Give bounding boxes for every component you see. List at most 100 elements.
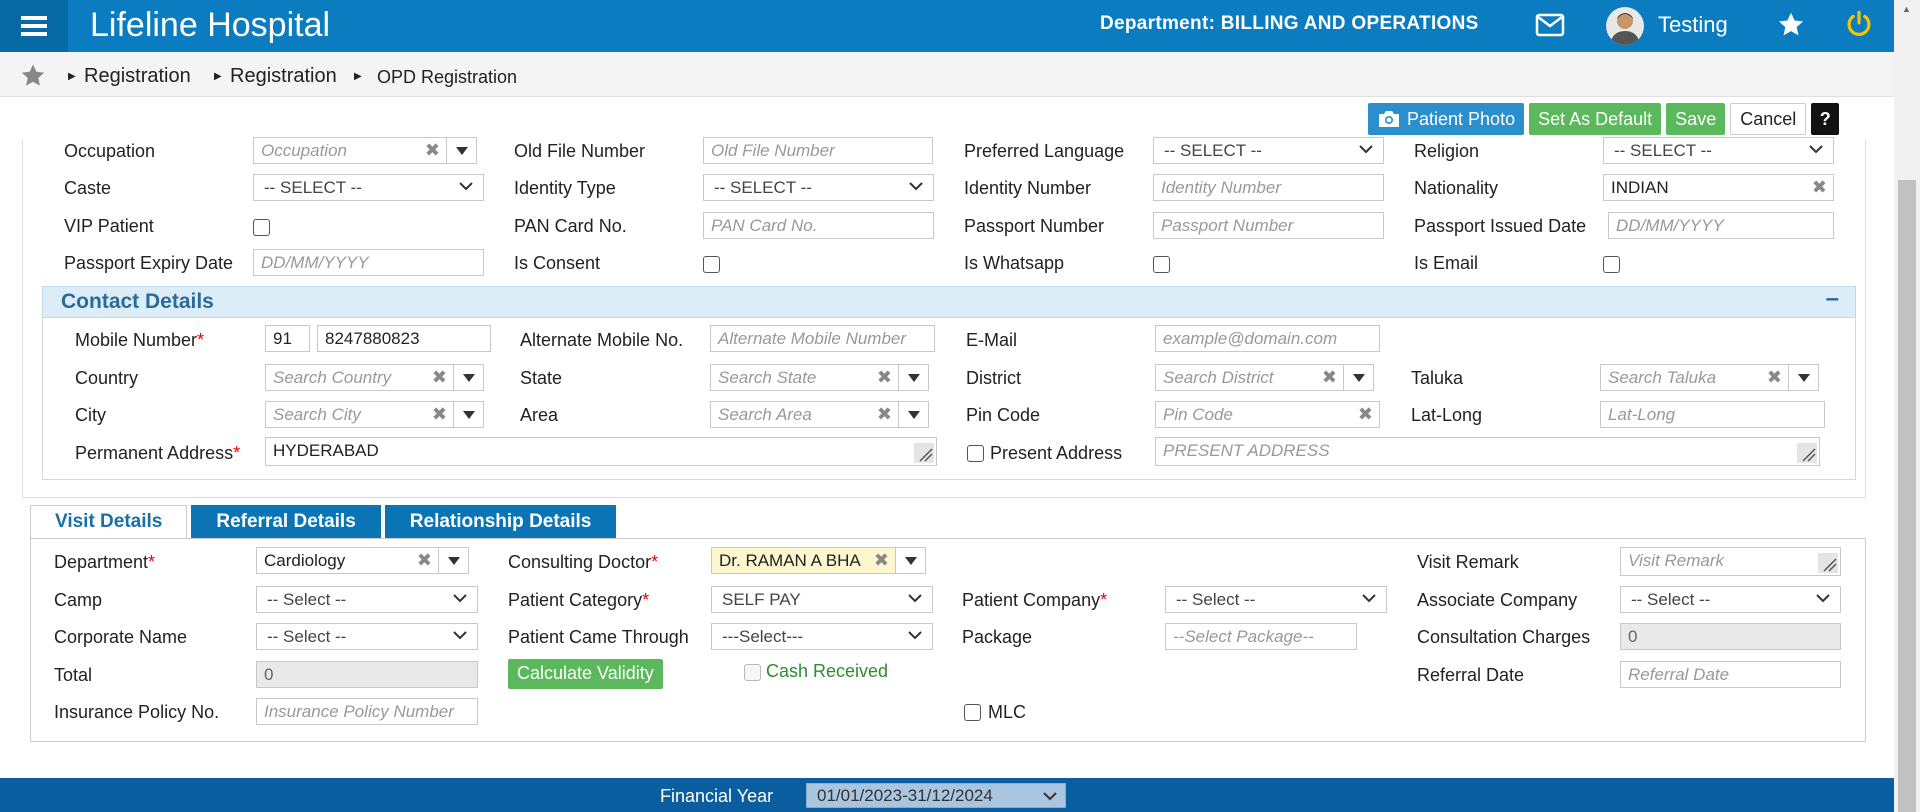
tab-referral-details[interactable]: Referral Details xyxy=(191,505,381,539)
cancel-button[interactable]: Cancel xyxy=(1730,103,1807,135)
passport-issued-date-label: Passport Issued Date xyxy=(1414,216,1587,236)
old-file-number-input[interactable]: Old File Number xyxy=(703,137,933,164)
contact-details-header[interactable]: Contact Details – xyxy=(42,285,1856,318)
present-address-checkbox[interactable] xyxy=(967,445,984,462)
consulting-doctor-input[interactable]: Dr. RAMAN A BHA ✖ xyxy=(711,547,896,574)
chevron-down-icon xyxy=(1809,145,1823,154)
permanent-address-textarea[interactable]: HYDERABAD xyxy=(265,437,937,466)
occupation-dropdown-button[interactable] xyxy=(447,137,477,164)
preferred-language-select[interactable]: -- SELECT -- xyxy=(1153,137,1384,164)
breadcrumb-item[interactable]: Registration xyxy=(230,65,337,88)
clear-icon[interactable]: ✖ xyxy=(877,367,892,388)
corporate-name-select[interactable]: -- Select -- xyxy=(256,623,478,650)
clear-icon[interactable]: ✖ xyxy=(877,404,892,425)
consulting-doctor-dropdown-button[interactable] xyxy=(896,547,926,574)
district-dropdown-button[interactable] xyxy=(1344,364,1374,391)
clear-icon[interactable]: ✖ xyxy=(425,140,440,161)
email-input[interactable]: example@domain.com xyxy=(1155,325,1380,352)
is-consent-checkbox[interactable] xyxy=(703,256,720,273)
power-icon[interactable] xyxy=(1845,10,1873,38)
resize-handle-icon[interactable] xyxy=(1818,553,1838,573)
city-search-input[interactable]: Search City ✖ xyxy=(265,401,454,428)
insurance-policy-input[interactable]: Insurance Policy Number xyxy=(256,698,478,725)
patient-photo-button[interactable]: Patient Photo xyxy=(1368,103,1525,135)
passport-expiry-date-input[interactable]: DD/MM/YYYY xyxy=(253,249,484,276)
caret-right-icon: ▶ xyxy=(214,71,222,82)
taluka-search-input[interactable]: Search Taluka ✖ xyxy=(1600,364,1789,391)
country-search-input[interactable]: Search Country ✖ xyxy=(265,364,454,391)
department-dropdown-button[interactable] xyxy=(439,547,469,574)
mlc-checkbox[interactable] xyxy=(964,704,981,721)
resize-handle-icon[interactable] xyxy=(914,443,934,463)
favorite-star-icon[interactable] xyxy=(20,63,46,89)
occupation-input[interactable]: Occupation ✖ xyxy=(253,137,447,164)
tab-relationship-details[interactable]: Relationship Details xyxy=(384,505,617,539)
financial-year-select[interactable]: 01/01/2023-31/12/2024 xyxy=(806,783,1066,808)
help-button[interactable]: ? xyxy=(1811,103,1840,135)
menu-button[interactable] xyxy=(0,0,68,52)
nationality-input[interactable]: INDIAN ✖ xyxy=(1603,174,1834,201)
identity-number-input[interactable]: Identity Number xyxy=(1153,174,1384,201)
calculate-validity-button[interactable]: Calculate Validity xyxy=(508,659,663,689)
pin-code-input[interactable]: Pin Code ✖ xyxy=(1155,401,1380,428)
tab-visit-details[interactable]: Visit Details xyxy=(30,505,188,539)
scroll-up-icon[interactable]: ▲ xyxy=(1902,4,1911,14)
breadcrumb-item[interactable]: Registration xyxy=(84,65,191,88)
state-search-input[interactable]: Search State ✖ xyxy=(710,364,899,391)
country-dropdown-button[interactable] xyxy=(454,364,484,391)
package-input[interactable]: --Select Package-- xyxy=(1165,623,1357,650)
vip-patient-checkbox[interactable] xyxy=(253,219,270,236)
is-whatsapp-checkbox[interactable] xyxy=(1153,256,1170,273)
collapse-icon[interactable]: – xyxy=(1826,285,1839,313)
passport-number-input[interactable]: Passport Number xyxy=(1153,212,1384,239)
preferred-language-label: Preferred Language xyxy=(964,141,1125,161)
username[interactable]: Testing xyxy=(1658,12,1728,38)
star-icon[interactable] xyxy=(1777,11,1805,39)
visit-remark-textarea[interactable]: Visit Remark xyxy=(1620,547,1841,576)
patient-came-through-select[interactable]: ---Select--- xyxy=(711,623,933,650)
area-search-input[interactable]: Search Area ✖ xyxy=(710,401,899,428)
identity-type-select[interactable]: -- SELECT -- xyxy=(703,174,934,201)
associate-company-select[interactable]: -- Select -- xyxy=(1620,586,1841,613)
patient-category-select[interactable]: SELF PAY xyxy=(711,586,933,613)
mail-icon[interactable] xyxy=(1535,13,1565,37)
camp-select[interactable]: -- Select -- xyxy=(256,586,478,613)
patient-company-select[interactable]: -- Select -- xyxy=(1165,586,1387,613)
clear-icon[interactable]: ✖ xyxy=(417,550,432,571)
department-input[interactable]: Cardiology ✖ xyxy=(256,547,439,574)
pan-card-input[interactable]: PAN Card No. xyxy=(703,212,934,239)
referral-date-input[interactable]: Referral Date xyxy=(1620,661,1841,688)
alternate-mobile-input[interactable]: Alternate Mobile Number xyxy=(710,325,935,352)
passport-issued-date-input[interactable]: DD/MM/YYYY xyxy=(1608,212,1834,239)
country-code-input[interactable]: 91 xyxy=(265,325,310,352)
clear-icon[interactable]: ✖ xyxy=(1358,404,1373,425)
taluka-dropdown-button[interactable] xyxy=(1789,364,1819,391)
area-dropdown-button[interactable] xyxy=(899,401,929,428)
lat-long-input[interactable]: Lat-Long xyxy=(1600,401,1825,428)
district-search-input[interactable]: Search District ✖ xyxy=(1155,364,1344,391)
religion-select[interactable]: -- SELECT -- xyxy=(1603,137,1834,164)
caste-select[interactable]: -- SELECT -- xyxy=(253,174,484,201)
cash-received-checkbox[interactable] xyxy=(744,664,761,681)
mobile-number-label: Mobile Number* xyxy=(75,330,205,350)
save-button[interactable]: Save xyxy=(1666,103,1726,135)
pan-card-label: PAN Card No. xyxy=(514,216,627,236)
pin-code-label: Pin Code xyxy=(966,405,1041,425)
chevron-down-icon xyxy=(453,631,467,640)
clear-icon[interactable]: ✖ xyxy=(874,550,889,571)
clear-icon[interactable]: ✖ xyxy=(1322,367,1337,388)
mobile-number-input[interactable]: 8247880823 xyxy=(317,325,491,352)
clear-icon[interactable]: ✖ xyxy=(432,404,447,425)
chevron-down-icon xyxy=(1816,594,1830,603)
is-email-checkbox[interactable] xyxy=(1603,256,1620,273)
clear-icon[interactable]: ✖ xyxy=(1812,177,1827,198)
present-address-textarea[interactable]: PRESENT ADDRESS xyxy=(1155,437,1820,466)
set-as-default-button[interactable]: Set As Default xyxy=(1529,103,1662,135)
city-dropdown-button[interactable] xyxy=(454,401,484,428)
clear-icon[interactable]: ✖ xyxy=(432,367,447,388)
clear-icon[interactable]: ✖ xyxy=(1767,367,1782,388)
avatar[interactable] xyxy=(1606,7,1644,45)
scrollbar-thumb[interactable] xyxy=(1898,180,1916,812)
resize-handle-icon[interactable] xyxy=(1797,443,1817,463)
state-dropdown-button[interactable] xyxy=(899,364,929,391)
